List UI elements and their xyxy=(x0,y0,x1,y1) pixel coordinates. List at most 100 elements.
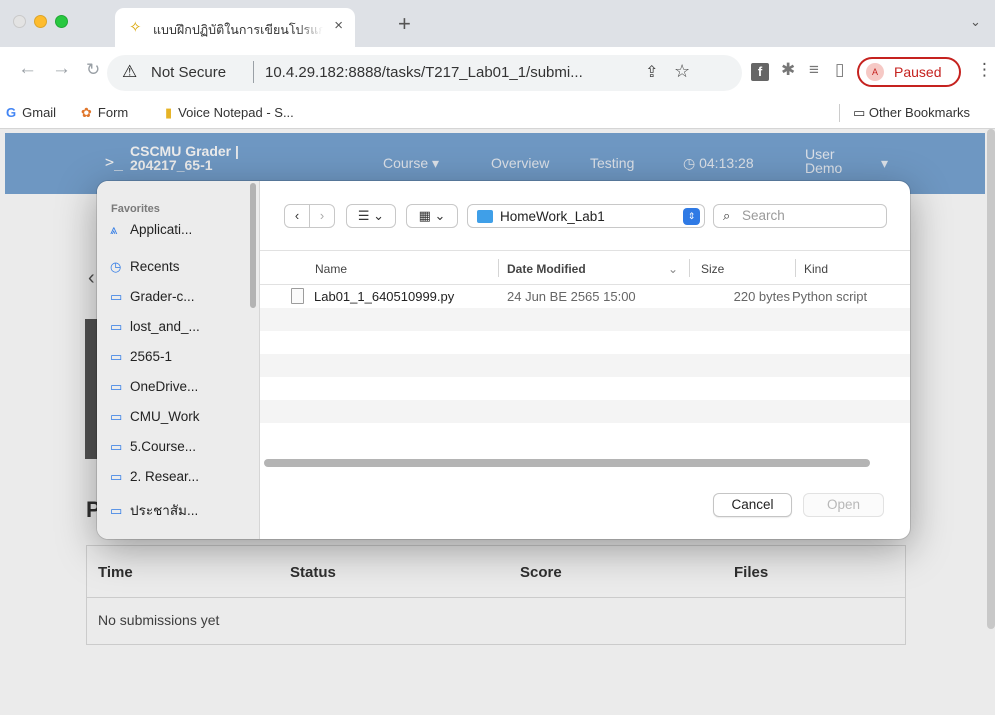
reload-icon[interactable]: ↻ xyxy=(86,60,100,80)
sidebar-item-folder[interactable]: ▭ OneDrive... xyxy=(110,379,198,405)
dialog-footer: Cancel Open xyxy=(260,469,910,539)
bookmark-form[interactable]: ✿ Form xyxy=(81,105,128,121)
window-close-button[interactable] xyxy=(13,15,26,28)
list-view-icon: ☰ ⌄ xyxy=(357,208,385,223)
sidebar-item-folder[interactable]: ▭ 5.Course... xyxy=(110,439,196,465)
page-scrollbar[interactable] xyxy=(987,129,995,629)
sidebar-scrollbar[interactable] xyxy=(250,183,256,308)
new-tab-button[interactable]: + xyxy=(398,11,411,37)
forward-arrow-icon[interactable]: → xyxy=(52,58,71,80)
column-header-name[interactable]: Name xyxy=(315,262,347,276)
back-arrow-icon[interactable]: ← xyxy=(18,58,37,80)
avatar: A xyxy=(866,63,884,81)
location-label: HomeWork_Lab1 xyxy=(500,209,605,224)
tab-close-icon[interactable]: × xyxy=(334,17,343,34)
column-header-size[interactable]: Size xyxy=(701,262,724,276)
search-input[interactable] xyxy=(742,208,882,223)
column-header-date-modified[interactable]: Date Modified xyxy=(507,262,586,276)
sidebar-item-label: lost_and_... xyxy=(130,319,200,334)
search-icon: ⌕ xyxy=(723,208,731,223)
sidebar-item-label: ประชาสัม... xyxy=(130,503,199,518)
profile-status-label: Paused xyxy=(894,64,942,80)
gmail-icon: G xyxy=(6,105,17,120)
profile-paused-button[interactable]: A Paused xyxy=(857,57,961,87)
folder-icon: ▭ xyxy=(110,349,123,364)
bookmark-voice-notepad[interactable]: ▮ Voice Notepad - S... xyxy=(165,105,294,121)
clock-icon: ◷ xyxy=(110,259,122,274)
sidebar-item-label: 5.Course... xyxy=(130,439,197,454)
column-divider xyxy=(795,259,796,277)
sidebar-item-folder[interactable]: ▭ lost_and_... xyxy=(110,319,200,345)
chevron-left-icon: ‹ xyxy=(294,208,300,223)
bookmarks-separator xyxy=(839,104,840,122)
address-bar[interactable]: ⚠ Not Secure 10.4.29.182:8888/tasks/T217… xyxy=(107,55,742,91)
sidebar-item-recents[interactable]: ◷ Recents xyxy=(110,259,180,285)
sidebar-item-folder[interactable]: ▭ 2565-1 xyxy=(110,349,172,375)
browser-menu-icon[interactable]: ⋮ xyxy=(976,60,993,80)
column-divider xyxy=(689,259,690,277)
dialog-sidebar: Favorites ⩓ Applicati... ◷ Recents ▭ Grader… xyxy=(97,181,260,539)
file-kind: Python script xyxy=(792,289,868,304)
file-list: Lab01_1_640510999.py 24 Jun BE 2565 15:0… xyxy=(260,285,910,467)
location-popup[interactable]: HomeWork_Lab1 ⇕ xyxy=(467,204,705,228)
chevron-right-icon: › xyxy=(319,208,325,223)
grid-view-icon: ▦ ⌄ xyxy=(418,208,446,223)
share-icon[interactable]: ⇪ xyxy=(645,62,658,82)
column-header-kind[interactable]: Kind xyxy=(804,262,828,276)
dialog-toolbar: ‹ › ☰ ⌄ ▦ ⌄ HomeWork_Lab1 ⇕ ⌕ xyxy=(260,181,910,251)
list-view-button[interactable]: ☰ ⌄ xyxy=(346,204,396,228)
extension-icon[interactable]: f xyxy=(751,63,769,81)
sidebar-item-label: OneDrive... xyxy=(130,379,199,394)
search-field[interactable]: ⌕ xyxy=(713,204,887,228)
tab-search-icon[interactable]: ⌄ xyxy=(970,14,981,30)
sidebar-item-label: 2. Resear... xyxy=(130,469,200,484)
sidebar-item-applications[interactable]: ⩓ Applicati... xyxy=(110,222,192,248)
folder-icon: ▭ xyxy=(110,409,123,424)
puzzle-extensions-icon[interactable]: ✱ xyxy=(781,60,795,80)
file-name: Lab01_1_640510999.py xyxy=(314,289,455,304)
file-size: 220 bytes xyxy=(733,289,790,304)
reading-list-icon[interactable]: ≡ xyxy=(809,60,819,80)
warning-icon[interactable]: ⚠ xyxy=(122,62,137,82)
side-panel-icon[interactable]: ▯ xyxy=(835,60,844,80)
sidebar-item-label: Recents xyxy=(130,259,180,274)
window-maximize-button[interactable] xyxy=(55,15,68,28)
folder-icon: ▭ xyxy=(110,289,123,304)
sidebar-item-folder[interactable]: ▭ ประชาสัม... xyxy=(110,499,198,525)
security-label[interactable]: Not Secure xyxy=(151,64,226,81)
column-divider xyxy=(498,259,499,277)
empty-row xyxy=(260,354,910,377)
bookmark-label: Form xyxy=(97,105,129,120)
folder-icon: ▭ xyxy=(110,439,123,454)
open-button[interactable]: Open xyxy=(803,493,884,517)
sidebar-item-folder[interactable]: ▭ 2. Resear... xyxy=(110,469,199,495)
folder-icon xyxy=(477,210,493,223)
window-minimize-button[interactable] xyxy=(34,15,47,28)
address-separator xyxy=(253,61,254,83)
cancel-button[interactable]: Cancel xyxy=(713,493,792,517)
browser-toolbar: ← → ↻ ⚠ Not Secure 10.4.29.182:8888/task… xyxy=(0,47,995,97)
browser-tab-strip: ✧ แบบฝึกปฏิบัติในการเขียนโปรแกรม × + ⌄ xyxy=(0,0,995,47)
sidebar-item-folder[interactable]: ▭ Grader-c... xyxy=(110,289,195,315)
bookmark-gmail[interactable]: G Gmail xyxy=(6,105,56,120)
sort-chevron-icon: ⌄ xyxy=(668,262,679,276)
sidebar-item-label: Grader-c... xyxy=(130,289,195,304)
horizontal-scrollbar[interactable] xyxy=(264,459,870,467)
sidebar-item-label: CMU_Work xyxy=(130,409,200,424)
empty-row xyxy=(260,377,910,400)
other-bookmarks[interactable]: ▭ Other Bookmarks xyxy=(853,105,970,121)
folder-icon: ▭ xyxy=(110,319,123,334)
sidebar-item-folder[interactable]: ▭ CMU_Work xyxy=(110,409,200,435)
bookmark-star-icon[interactable]: ☆ xyxy=(674,61,690,82)
folder-icon: ▭ xyxy=(110,503,123,518)
file-row[interactable]: Lab01_1_640510999.py 24 Jun BE 2565 15:0… xyxy=(260,285,910,308)
url-text[interactable]: 10.4.29.182:8888/tasks/T217_Lab01_1/subm… xyxy=(265,64,625,81)
column-header-row: Name Date Modified ⌄ Size Kind xyxy=(260,251,910,285)
bookmark-label: Voice Notepad - S... xyxy=(178,105,294,120)
forward-button[interactable]: › xyxy=(309,204,335,228)
back-button[interactable]: ‹ xyxy=(284,204,310,228)
bookmark-label: Gmail xyxy=(22,105,57,120)
group-view-button[interactable]: ▦ ⌄ xyxy=(406,204,458,228)
applications-icon: ⩓ xyxy=(110,222,118,237)
browser-tab[interactable]: ✧ แบบฝึกปฏิบัติในการเขียนโปรแกรม × xyxy=(115,8,355,47)
